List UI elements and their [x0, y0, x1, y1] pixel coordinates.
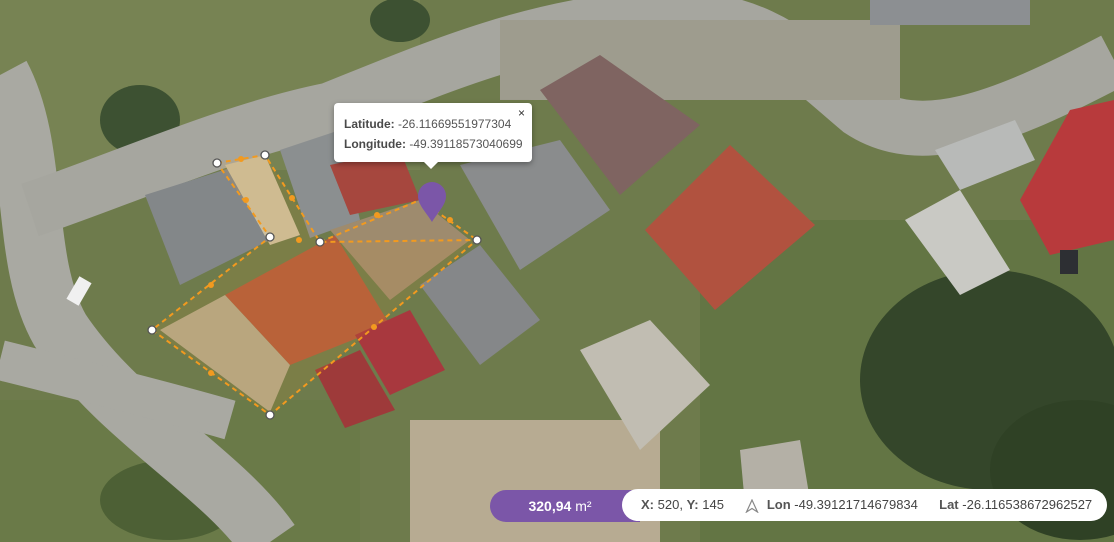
lat-value: -26.116538672962527	[962, 497, 1093, 512]
latitude-label: Latitude:	[344, 117, 395, 131]
coordinate-popup: Latitude: -26.11669551977304 Longitude: …	[334, 103, 532, 169]
x-label: X:	[641, 497, 654, 512]
lon-label: Lon	[766, 497, 791, 512]
x-value: 520,	[657, 497, 683, 512]
area-unit: m²	[575, 498, 592, 514]
popup-longitude-row: Longitude: -49.39118573040699	[344, 137, 523, 151]
y-value: 145	[702, 497, 724, 512]
latitude-value: -26.11669551977304	[398, 117, 512, 131]
cursor-coordinates-bar: X: 520, Y: 145 Lon -49.39121714679834 La…	[622, 489, 1107, 521]
lat-label: Lat	[939, 497, 959, 512]
popup-close-button[interactable]: ×	[518, 107, 525, 119]
area-measurement-badge: 320,94 m²	[490, 490, 640, 522]
satellite-map[interactable]	[0, 0, 1114, 542]
popup-tip	[423, 161, 439, 169]
area-value: 320,94	[528, 498, 572, 514]
y-label: Y:	[686, 497, 699, 512]
navigation-arrow-icon	[745, 498, 759, 513]
longitude-value: -49.39118573040699	[409, 137, 523, 151]
longitude-label: Longitude:	[344, 137, 406, 151]
popup-latitude-row: Latitude: -26.11669551977304	[344, 117, 511, 131]
measured-polygon-layer	[147, 150, 482, 420]
lon-value: -49.39121714679834	[794, 497, 918, 512]
